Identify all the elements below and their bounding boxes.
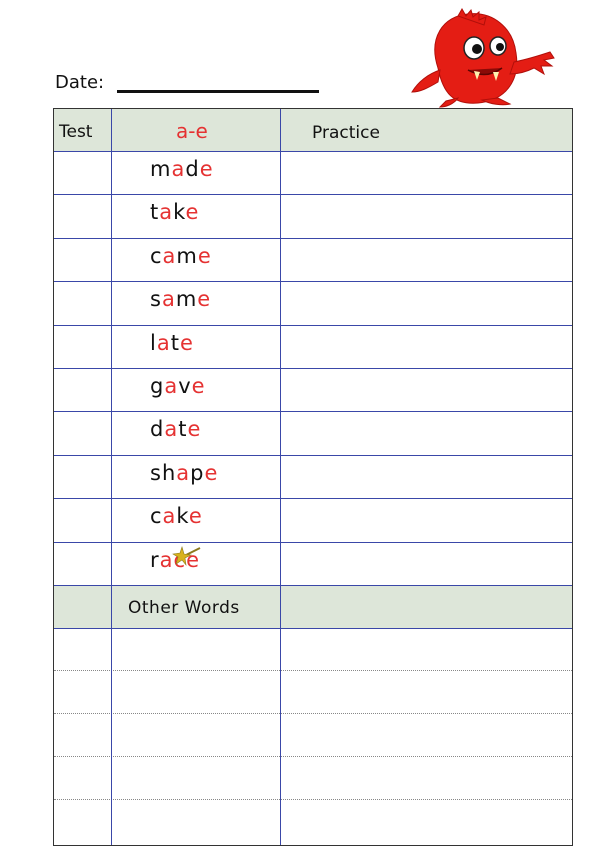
word-letter: e bbox=[191, 374, 206, 398]
word-letter: a bbox=[164, 417, 179, 442]
word-letter: k bbox=[173, 200, 186, 225]
practice-cell[interactable] bbox=[281, 542, 572, 585]
practice-cell[interactable] bbox=[281, 325, 572, 368]
writing-line[interactable] bbox=[54, 756, 572, 757]
column-divider bbox=[111, 109, 112, 845]
spelling-word: shape bbox=[150, 461, 218, 485]
word-letter: m bbox=[176, 243, 198, 268]
test-cell[interactable] bbox=[54, 325, 111, 368]
word-letter: l bbox=[150, 330, 157, 355]
test-cell[interactable] bbox=[54, 151, 111, 194]
word-letter: m bbox=[175, 287, 198, 312]
test-cell[interactable] bbox=[54, 542, 111, 585]
word-letter: m bbox=[150, 157, 172, 181]
table-row: cake bbox=[54, 498, 572, 543]
spelling-table: Test a-e Practice made take came same late ga… bbox=[53, 108, 573, 846]
test-cell[interactable] bbox=[54, 455, 111, 498]
test-cell[interactable] bbox=[54, 411, 111, 454]
word-letter: g bbox=[150, 374, 165, 398]
word-letter: c bbox=[150, 243, 163, 268]
word-letter: e bbox=[188, 504, 203, 529]
spelling-word: late bbox=[150, 331, 194, 355]
table-row: gave bbox=[54, 368, 572, 413]
word-letter: a bbox=[164, 374, 179, 398]
table-row: shape bbox=[54, 455, 572, 500]
word-letter: a bbox=[156, 330, 171, 355]
table-row: made bbox=[54, 151, 572, 196]
word-letter: v bbox=[178, 374, 192, 398]
word-letter: sh bbox=[150, 460, 177, 485]
spelling-word: same bbox=[150, 287, 211, 311]
word-letter: e bbox=[197, 287, 212, 312]
spelling-word: came bbox=[150, 244, 212, 268]
word-letter: a bbox=[176, 460, 191, 485]
table-row: came bbox=[54, 238, 572, 283]
spelling-word: gave bbox=[150, 374, 206, 398]
test-cell[interactable] bbox=[54, 368, 111, 411]
word-letter: a bbox=[171, 157, 186, 181]
word-letter: c bbox=[150, 504, 163, 529]
word-letter: t bbox=[150, 200, 160, 225]
practice-cell[interactable] bbox=[281, 411, 572, 454]
writing-line[interactable] bbox=[54, 799, 572, 800]
red-monster-icon bbox=[411, 8, 555, 108]
test-cell[interactable] bbox=[54, 498, 111, 541]
word-letter: r bbox=[150, 547, 160, 572]
spelling-word: take bbox=[150, 200, 199, 224]
table-row: late bbox=[54, 325, 572, 369]
word-letter: a bbox=[162, 243, 177, 268]
word-letter: e bbox=[197, 243, 212, 268]
test-cell[interactable] bbox=[54, 238, 111, 281]
word-letter: a bbox=[159, 200, 174, 225]
other-words-header: Other Words bbox=[54, 585, 572, 629]
word-letter: d bbox=[150, 417, 165, 442]
word-letter: e bbox=[179, 330, 194, 355]
practice-cell[interactable] bbox=[281, 368, 572, 411]
word-letter: p bbox=[190, 460, 205, 485]
table-row: date bbox=[54, 411, 572, 456]
test-cell[interactable] bbox=[54, 281, 111, 324]
table-header: Test a-e Practice bbox=[54, 109, 572, 152]
practice-cell[interactable] bbox=[281, 151, 572, 194]
word-letter: d bbox=[185, 157, 200, 181]
table-row: take bbox=[54, 194, 572, 239]
test-cell[interactable] bbox=[54, 194, 111, 237]
practice-cell[interactable] bbox=[281, 194, 572, 237]
table-row: same bbox=[54, 281, 572, 326]
spelling-word: date bbox=[150, 417, 201, 441]
column-header-test: Test bbox=[59, 122, 93, 142]
other-words-label: Other Words bbox=[128, 598, 240, 618]
word-letter: e bbox=[199, 157, 214, 181]
column-header-practice: Practice bbox=[312, 123, 380, 143]
date-write-line[interactable] bbox=[117, 90, 319, 93]
word-letter: s bbox=[150, 287, 162, 312]
practice-cell[interactable] bbox=[281, 238, 572, 281]
spelling-word: made bbox=[150, 157, 214, 181]
table-row: race bbox=[54, 542, 572, 586]
column-divider bbox=[280, 109, 281, 845]
spelling-word: cake bbox=[150, 504, 203, 528]
word-letter: t bbox=[170, 330, 180, 355]
practice-cell[interactable] bbox=[281, 498, 572, 541]
word-letter: e bbox=[185, 200, 200, 225]
practice-cell[interactable] bbox=[281, 455, 572, 498]
word-letter: a bbox=[162, 504, 177, 529]
writing-line[interactable] bbox=[54, 713, 572, 714]
writing-line[interactable] bbox=[54, 670, 572, 671]
column-header-pattern: a-e bbox=[176, 119, 208, 143]
word-letter: e bbox=[187, 417, 202, 442]
date-label: Date: bbox=[55, 72, 105, 93]
word-letter: e bbox=[204, 460, 219, 485]
word-letter: k bbox=[176, 504, 189, 529]
word-letter: a bbox=[161, 287, 176, 312]
magic-wand-icon bbox=[172, 545, 201, 567]
practice-cell[interactable] bbox=[281, 281, 572, 324]
